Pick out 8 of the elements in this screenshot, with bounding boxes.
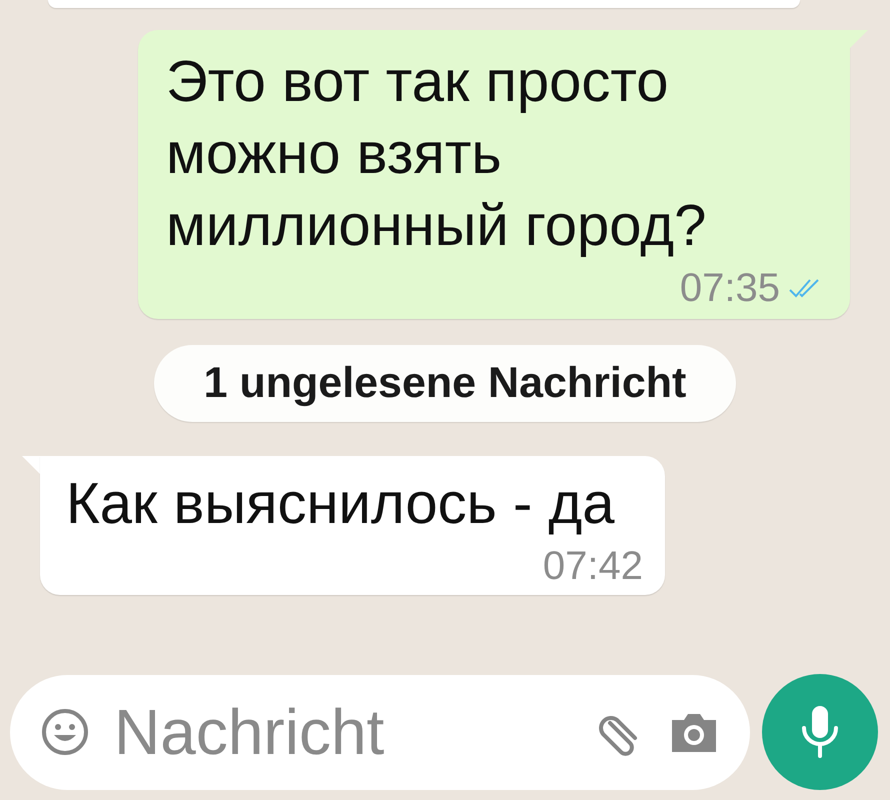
message-time: 07:42 <box>542 544 643 589</box>
message-input[interactable]: Nachricht <box>112 694 574 770</box>
message-time: 07:35 <box>680 266 780 311</box>
message-text: Это вот так просто можно взять миллионный город? <box>166 48 708 260</box>
unread-banner: 1 ungelesene Nachricht <box>154 345 736 422</box>
emoji-icon[interactable] <box>40 707 90 757</box>
message-text: Как выяснилось - да <box>66 470 616 538</box>
input-bar[interactable]: Nachricht <box>10 674 750 790</box>
